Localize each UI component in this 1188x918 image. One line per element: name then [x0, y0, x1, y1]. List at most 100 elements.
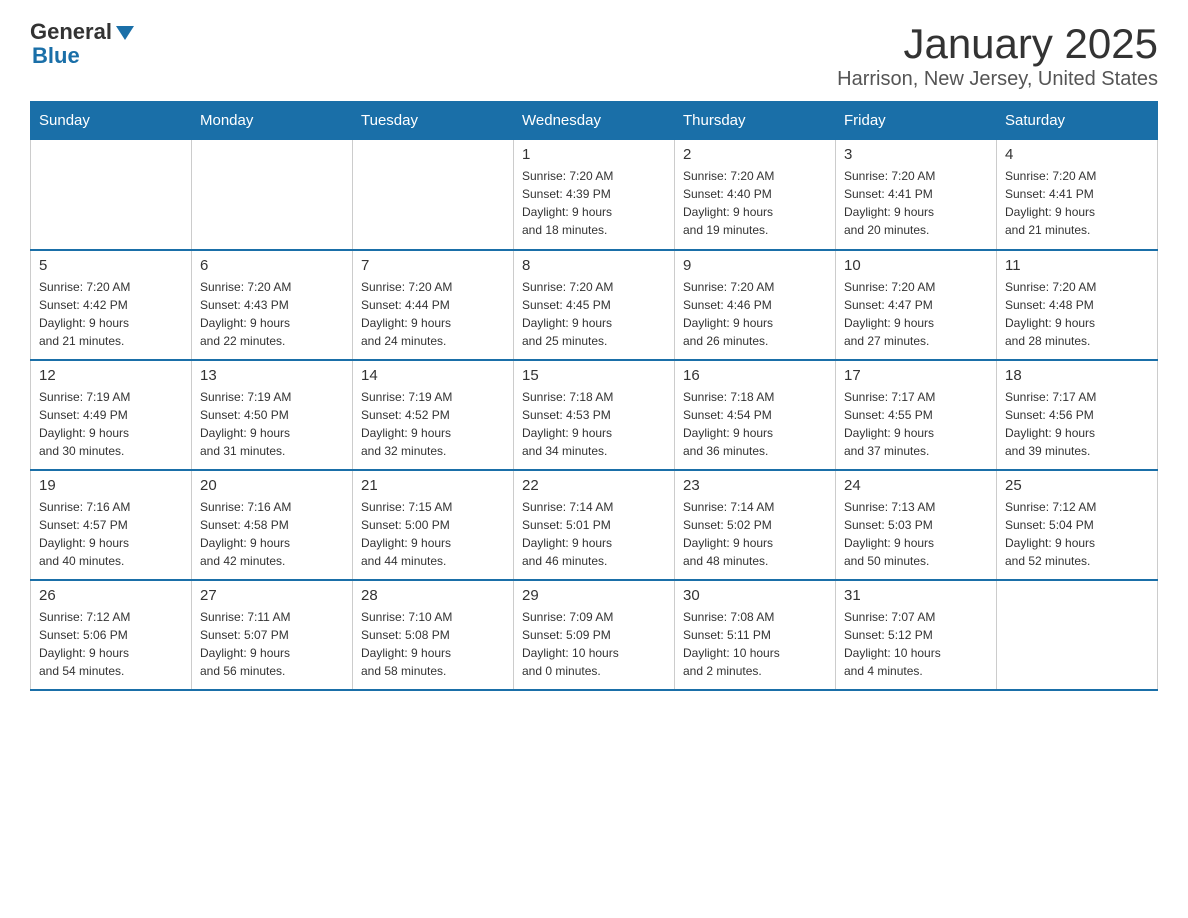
weekday-header-tuesday: Tuesday — [353, 102, 514, 140]
calendar-cell: 27Sunrise: 7:11 AM Sunset: 5:07 PM Dayli… — [192, 580, 353, 690]
day-number: 30 — [683, 587, 827, 604]
day-number: 14 — [361, 367, 505, 384]
weekday-header-thursday: Thursday — [675, 102, 836, 140]
day-info: Sunrise: 7:14 AM Sunset: 5:01 PM Dayligh… — [522, 498, 666, 570]
calendar-week-4: 19Sunrise: 7:16 AM Sunset: 4:57 PM Dayli… — [31, 470, 1158, 580]
calendar-cell: 25Sunrise: 7:12 AM Sunset: 5:04 PM Dayli… — [997, 470, 1158, 580]
calendar-week-3: 12 Sunrise: 7:19 AM Sunset: 4:49 PM Dayli… — [31, 360, 1158, 470]
calendar-cell: 8Sunrise: 7:20 AM Sunset: 4:45 PM Daylig… — [514, 250, 675, 360]
day-info: Sunrise: 7:08 AM Sunset: 5:11 PM Dayligh… — [683, 608, 827, 680]
day-number: 13 — [200, 367, 344, 384]
day-info: Sunrise: 7:20 AM Sunset: 4:48 PM Dayligh… — [1005, 278, 1149, 350]
calendar-cell: 30 Sunrise: 7:08 AM Sunset: 5:11 PM Dayli… — [675, 580, 836, 690]
calendar-cell: 29Sunrise: 7:09 AM Sunset: 5:09 PM Dayli… — [514, 580, 675, 690]
day-number: 27 — [200, 587, 344, 604]
day-info: Sunrise: 7:20 AM Sunset: 4:42 PM Dayligh… — [39, 278, 183, 350]
day-number: 20 — [200, 477, 344, 494]
calendar-cell: 5Sunrise: 7:20 AM Sunset: 4:42 PM Daylig… — [31, 250, 192, 360]
day-number: 11 — [1005, 257, 1149, 274]
day-number: 28 — [361, 587, 505, 604]
calendar-cell: 2 Sunrise: 7:20 AM Sunset: 4:40 PM Daylig… — [675, 140, 836, 250]
day-info: Sunrise: 7:13 AM Sunset: 5:03 PM Dayligh… — [844, 498, 988, 570]
day-number: 16 — [683, 367, 827, 384]
calendar-cell: 23 Sunrise: 7:14 AM Sunset: 5:02 PM Dayli… — [675, 470, 836, 580]
day-info: Sunrise: 7:16 AM Sunset: 4:58 PM Dayligh… — [200, 498, 344, 570]
calendar-cell — [353, 140, 514, 250]
day-info: Sunrise: 7:07 AM Sunset: 5:12 PM Dayligh… — [844, 608, 988, 680]
calendar-header: SundayMondayTuesdayWednesdayThursdayFrid… — [31, 102, 1158, 140]
day-info: Sunrise: 7:10 AM Sunset: 5:08 PM Dayligh… — [361, 608, 505, 680]
day-number: 8 — [522, 257, 666, 274]
day-info: Sunrise: 7:17 AM Sunset: 4:56 PM Dayligh… — [1005, 388, 1149, 460]
day-info: Sunrise: 7:17 AM Sunset: 4:55 PM Dayligh… — [844, 388, 988, 460]
day-info: Sunrise: 7:20 AM Sunset: 4:39 PM Dayligh… — [522, 167, 666, 239]
day-info: Sunrise: 7:20 AM Sunset: 4:41 PM Dayligh… — [844, 167, 988, 239]
calendar-cell: 22 Sunrise: 7:14 AM Sunset: 5:01 PM Dayli… — [514, 470, 675, 580]
day-number: 12 — [39, 367, 183, 384]
calendar-subtitle: Harrison, New Jersey, United States — [837, 68, 1158, 91]
day-number: 2 — [683, 146, 827, 163]
day-number: 18 — [1005, 367, 1149, 384]
day-number: 9 — [683, 257, 827, 274]
day-number: 17 — [844, 367, 988, 384]
calendar-cell: 18 Sunrise: 7:17 AM Sunset: 4:56 PM Dayli… — [997, 360, 1158, 470]
calendar-cell: 7 Sunrise: 7:20 AM Sunset: 4:44 PM Daylig… — [353, 250, 514, 360]
day-number: 24 — [844, 477, 988, 494]
calendar-cell: 31Sunrise: 7:07 AM Sunset: 5:12 PM Dayli… — [836, 580, 997, 690]
day-number: 1 — [522, 146, 666, 163]
day-info: Sunrise: 7:20 AM Sunset: 4:41 PM Dayligh… — [1005, 167, 1149, 239]
calendar-cell: 17 Sunrise: 7:17 AM Sunset: 4:55 PM Dayli… — [836, 360, 997, 470]
calendar-cell: 3Sunrise: 7:20 AM Sunset: 4:41 PM Daylig… — [836, 140, 997, 250]
calendar-cell — [997, 580, 1158, 690]
calendar-table: SundayMondayTuesdayWednesdayThursdayFrid… — [30, 101, 1158, 691]
day-info: Sunrise: 7:20 AM Sunset: 4:46 PM Dayligh… — [683, 278, 827, 350]
day-info: Sunrise: 7:18 AM Sunset: 4:54 PM Dayligh… — [683, 388, 827, 460]
day-info: Sunrise: 7:20 AM Sunset: 4:40 PM Dayligh… — [683, 167, 827, 239]
calendar-cell: 14Sunrise: 7:19 AM Sunset: 4:52 PM Dayli… — [353, 360, 514, 470]
day-number: 25 — [1005, 477, 1149, 494]
calendar-cell: 13 Sunrise: 7:19 AM Sunset: 4:50 PM Dayli… — [192, 360, 353, 470]
calendar-cell — [192, 140, 353, 250]
day-info: Sunrise: 7:19 AM Sunset: 4:50 PM Dayligh… — [200, 388, 344, 460]
calendar-title: January 2025 — [837, 20, 1158, 68]
day-info: Sunrise: 7:14 AM Sunset: 5:02 PM Dayligh… — [683, 498, 827, 570]
calendar-cell: 12 Sunrise: 7:19 AM Sunset: 4:49 PM Dayli… — [31, 360, 192, 470]
day-info: Sunrise: 7:19 AM Sunset: 4:49 PM Dayligh… — [39, 388, 183, 460]
day-number: 21 — [361, 477, 505, 494]
calendar-cell: 19Sunrise: 7:16 AM Sunset: 4:57 PM Dayli… — [31, 470, 192, 580]
day-number: 23 — [683, 477, 827, 494]
day-number: 7 — [361, 257, 505, 274]
day-info: Sunrise: 7:18 AM Sunset: 4:53 PM Dayligh… — [522, 388, 666, 460]
calendar-cell: 9 Sunrise: 7:20 AM Sunset: 4:46 PM Daylig… — [675, 250, 836, 360]
calendar-cell: 6Sunrise: 7:20 AM Sunset: 4:43 PM Daylig… — [192, 250, 353, 360]
day-number: 15 — [522, 367, 666, 384]
calendar-cell: 10Sunrise: 7:20 AM Sunset: 4:47 PM Dayli… — [836, 250, 997, 360]
day-info: Sunrise: 7:15 AM Sunset: 5:00 PM Dayligh… — [361, 498, 505, 570]
title-block: January 2025 Harrison, New Jersey, Unite… — [837, 20, 1158, 91]
day-info: Sunrise: 7:16 AM Sunset: 4:57 PM Dayligh… — [39, 498, 183, 570]
day-number: 4 — [1005, 146, 1149, 163]
day-info: Sunrise: 7:09 AM Sunset: 5:09 PM Dayligh… — [522, 608, 666, 680]
day-number: 26 — [39, 587, 183, 604]
day-info: Sunrise: 7:20 AM Sunset: 4:44 PM Dayligh… — [361, 278, 505, 350]
weekday-header-wednesday: Wednesday — [514, 102, 675, 140]
calendar-cell — [31, 140, 192, 250]
calendar-cell: 28 Sunrise: 7:10 AM Sunset: 5:08 PM Dayli… — [353, 580, 514, 690]
weekday-header-row: SundayMondayTuesdayWednesdayThursdayFrid… — [31, 102, 1158, 140]
calendar-week-5: 26 Sunrise: 7:12 AM Sunset: 5:06 PM Dayli… — [31, 580, 1158, 690]
calendar-week-2: 5Sunrise: 7:20 AM Sunset: 4:42 PM Daylig… — [31, 250, 1158, 360]
day-info: Sunrise: 7:20 AM Sunset: 4:43 PM Dayligh… — [200, 278, 344, 350]
logo-text-general: General — [30, 20, 112, 44]
calendar-cell: 16 Sunrise: 7:18 AM Sunset: 4:54 PM Dayli… — [675, 360, 836, 470]
calendar-cell: 4 Sunrise: 7:20 AM Sunset: 4:41 PM Daylig… — [997, 140, 1158, 250]
calendar-cell: 15 Sunrise: 7:18 AM Sunset: 4:53 PM Dayli… — [514, 360, 675, 470]
calendar-cell: 21 Sunrise: 7:15 AM Sunset: 5:00 PM Dayli… — [353, 470, 514, 580]
calendar-cell: 24 Sunrise: 7:13 AM Sunset: 5:03 PM Dayli… — [836, 470, 997, 580]
day-number: 22 — [522, 477, 666, 494]
day-info: Sunrise: 7:20 AM Sunset: 4:47 PM Dayligh… — [844, 278, 988, 350]
day-info: Sunrise: 7:12 AM Sunset: 5:06 PM Dayligh… — [39, 608, 183, 680]
calendar-cell: 11 Sunrise: 7:20 AM Sunset: 4:48 PM Dayli… — [997, 250, 1158, 360]
logo: General Blue — [30, 20, 134, 68]
weekday-header-friday: Friday — [836, 102, 997, 140]
weekday-header-saturday: Saturday — [997, 102, 1158, 140]
